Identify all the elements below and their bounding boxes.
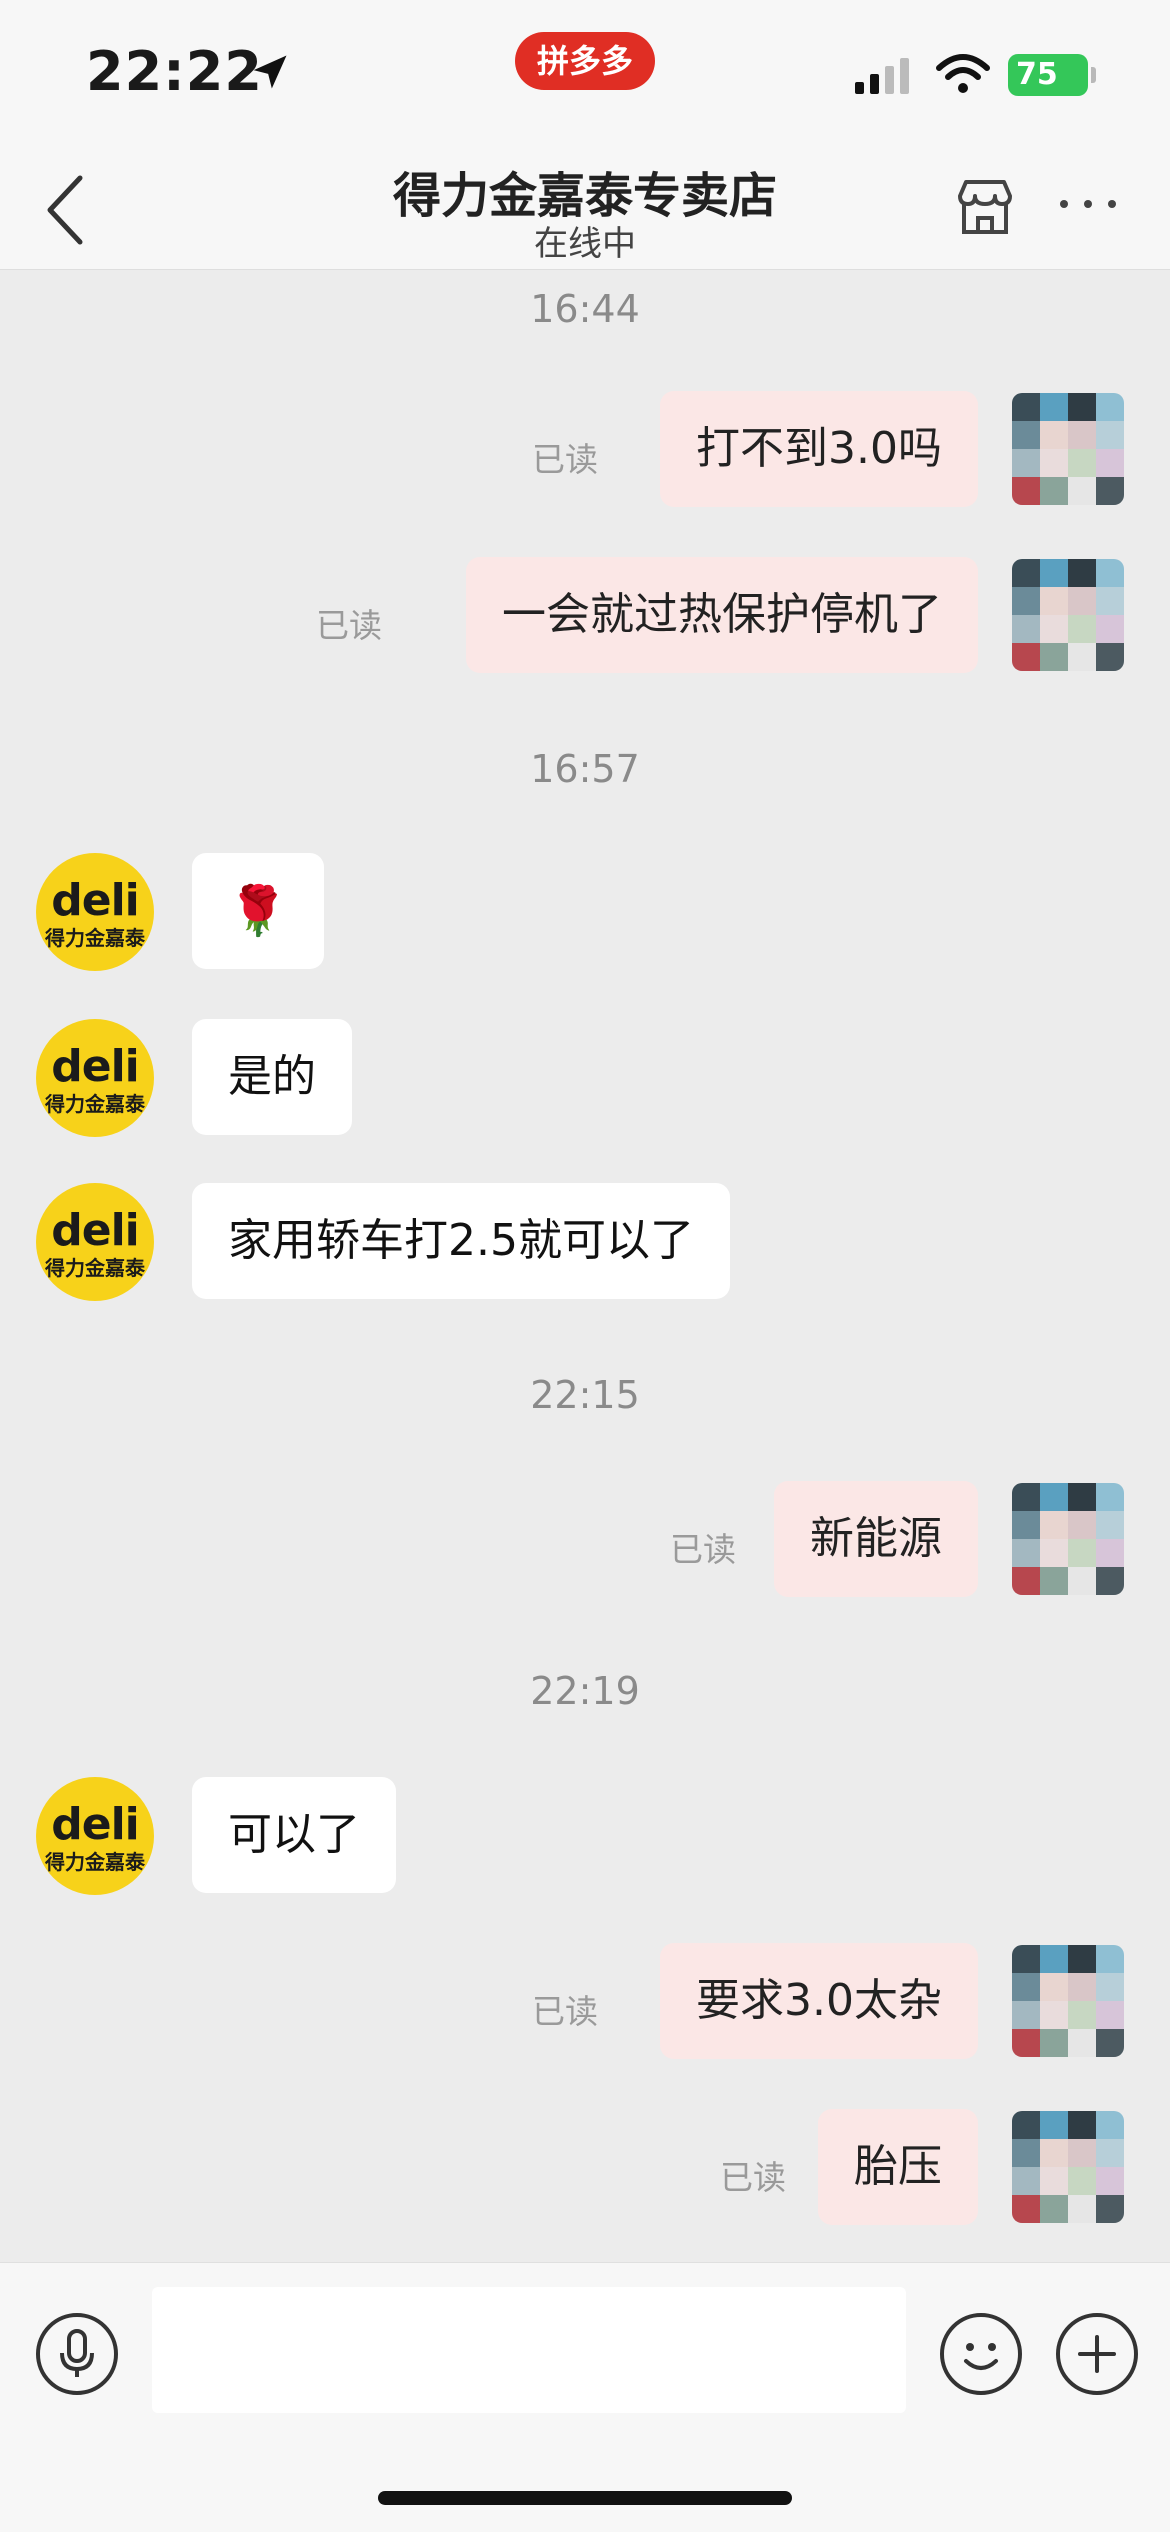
my-avatar[interactable]: [1012, 2111, 1124, 2223]
plus-icon: [1078, 2335, 1116, 2373]
timestamp: 16:57: [530, 747, 640, 791]
read-receipt: 已读: [720, 2158, 786, 2197]
smiley-icon: [964, 2343, 998, 2370]
add-attachment-button[interactable]: [1056, 2313, 1138, 2395]
shop-logo-text: deli: [51, 1799, 140, 1850]
sent-message-bubble[interactable]: 新能源: [774, 1481, 978, 1597]
read-receipt: 已读: [316, 606, 382, 645]
sent-message-bubble[interactable]: 一会就过热保护停机了: [466, 557, 978, 673]
message-list[interactable]: 16:44 已读 打不到3.0吗 已读 一会就过热保护停机了 16:57 del…: [0, 271, 1170, 2261]
my-avatar[interactable]: [1012, 559, 1124, 671]
shop-logo-text: deli: [51, 1205, 140, 1256]
received-message-bubble[interactable]: 是的: [192, 1019, 352, 1135]
timestamp: 22:19: [530, 1669, 640, 1713]
shop-avatar[interactable]: deli 得力金嘉泰: [36, 1777, 154, 1895]
sent-message-bubble[interactable]: 胎压: [818, 2109, 978, 2225]
shop-avatar[interactable]: deli 得力金嘉泰: [36, 1019, 154, 1137]
home-indicator[interactable]: [378, 2491, 792, 2505]
chat-header: 得力金嘉泰专卖店 在线中: [0, 150, 1170, 270]
received-message-bubble[interactable]: 家用轿车打2.5就可以了: [192, 1183, 730, 1299]
shop-logo-subtext: 得力金嘉泰: [45, 1092, 145, 1116]
read-receipt: 已读: [532, 1992, 598, 2031]
message-input[interactable]: [152, 2287, 906, 2413]
shop-logo-text: deli: [51, 875, 140, 926]
my-avatar[interactable]: [1012, 1483, 1124, 1595]
cellular-signal-icon: [855, 58, 909, 94]
shop-avatar[interactable]: deli 得力金嘉泰: [36, 853, 154, 971]
timestamp: 16:44: [530, 287, 640, 331]
emoji-button[interactable]: [940, 2313, 1022, 2395]
received-emoji-bubble[interactable]: 🌹: [192, 853, 324, 969]
shop-logo-text: deli: [51, 1041, 140, 1092]
voice-input-button[interactable]: [36, 2313, 118, 2395]
sent-message-bubble[interactable]: 打不到3.0吗: [660, 391, 978, 507]
read-receipt: 已读: [532, 440, 598, 479]
my-avatar[interactable]: [1012, 393, 1124, 505]
microphone-icon: [60, 2329, 94, 2377]
wifi-icon: [936, 54, 990, 93]
status-time: 22:22: [86, 40, 263, 103]
store-icon[interactable]: [952, 174, 1018, 240]
read-receipt: 已读: [670, 1530, 736, 1569]
app-brand-badge: 拼多多: [515, 32, 655, 90]
chat-screen: 22:22 拼多多 75 得力金嘉泰专卖店 在线中 16:44 已读 打不到3.…: [0, 0, 1170, 2532]
battery-indicator: 75: [1008, 54, 1096, 96]
received-message-bubble[interactable]: 可以了: [192, 1777, 396, 1893]
shop-logo-subtext: 得力金嘉泰: [45, 1850, 145, 1874]
shop-logo-subtext: 得力金嘉泰: [45, 1256, 145, 1280]
shop-logo-subtext: 得力金嘉泰: [45, 926, 145, 950]
status-bar: 22:22 拼多多 75: [0, 0, 1170, 150]
shop-avatar[interactable]: deli 得力金嘉泰: [36, 1183, 154, 1301]
timestamp: 22:15: [530, 1373, 640, 1417]
sent-message-bubble[interactable]: 要求3.0太杂: [660, 1943, 978, 2059]
my-avatar[interactable]: [1012, 1945, 1124, 2057]
more-options-icon[interactable]: [1058, 194, 1118, 214]
input-bar: [0, 2262, 1170, 2532]
location-arrow-icon: [253, 55, 287, 89]
